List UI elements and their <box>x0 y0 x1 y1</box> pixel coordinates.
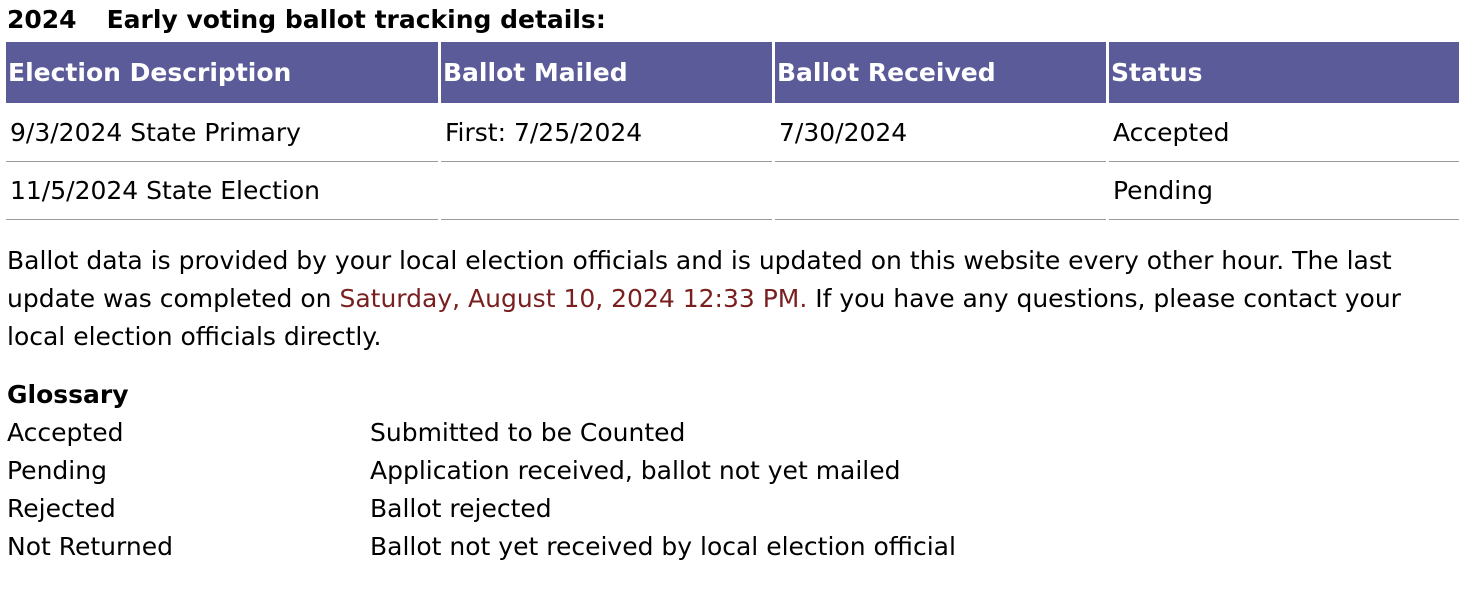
last-update-timestamp: Saturday, August 10, 2024 12:33 PM. <box>339 284 808 313</box>
glossary-item: Accepted Submitted to be Counted <box>7 414 1447 452</box>
glossary-item: Not Returned Ballot not yet received by … <box>7 528 1447 566</box>
glossary-term: Pending <box>7 456 107 485</box>
glossary-definition: Ballot rejected <box>370 494 552 523</box>
glossary-title: Glossary <box>7 380 129 409</box>
glossary-definition: Ballot not yet received by local electio… <box>370 532 956 561</box>
page-title-year: 2024 <box>7 5 77 34</box>
cell-ballot-mailed: First: 7/25/2024 <box>441 103 772 162</box>
glossary-term: Rejected <box>7 494 116 523</box>
cell-ballot-mailed <box>441 162 772 220</box>
glossary-definition: Submitted to be Counted <box>370 418 686 447</box>
glossary-item: Rejected Ballot rejected <box>7 490 1447 528</box>
glossary-term: Accepted <box>7 418 124 447</box>
cell-ballot-received <box>775 162 1106 220</box>
cell-status: Pending <box>1109 162 1459 220</box>
glossary-item: Pending Application received, ballot not… <box>7 452 1447 490</box>
glossary-definition: Application received, ballot not yet mai… <box>370 456 901 485</box>
column-header-status: Status <box>1109 42 1459 103</box>
cell-ballot-received: 7/30/2024 <box>775 103 1106 162</box>
update-info-paragraph: Ballot data is provided by your local el… <box>7 242 1447 356</box>
column-header-election-description: Election Description <box>6 42 438 103</box>
column-header-ballot-received: Ballot Received <box>775 42 1106 103</box>
glossary-term: Not Returned <box>7 532 173 561</box>
table-row: 11/5/2024 State Election Pending <box>6 162 1459 220</box>
cell-election-description: 9/3/2024 State Primary <box>6 103 438 162</box>
table-header-row: Election Description Ballot Mailed Ballo… <box>6 42 1459 103</box>
cell-status: Accepted <box>1109 103 1459 162</box>
ballot-tracking-table: Election Description Ballot Mailed Ballo… <box>3 42 1462 220</box>
glossary-section: Glossary Accepted Submitted to be Counte… <box>7 376 1447 566</box>
cell-election-description: 11/5/2024 State Election <box>6 162 438 220</box>
page-title-text: Early voting ballot tracking details: <box>106 5 606 34</box>
column-header-ballot-mailed: Ballot Mailed <box>441 42 772 103</box>
page-title: 2024 Early voting ballot tracking details… <box>7 2 606 38</box>
table-row: 9/3/2024 State Primary First: 7/25/2024 … <box>6 103 1459 162</box>
